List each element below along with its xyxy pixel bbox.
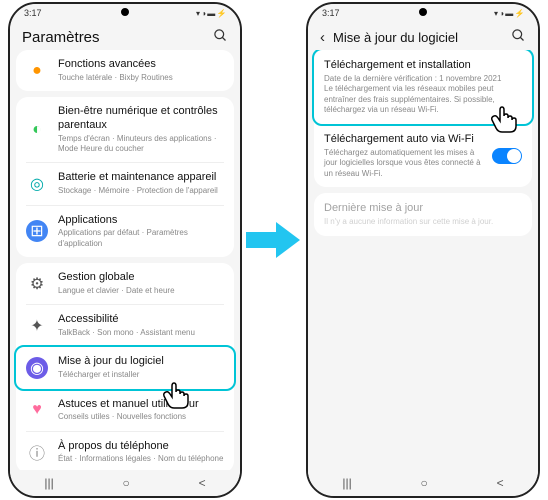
status-time: 3:17 [24, 8, 42, 18]
status-time: 3:17 [322, 8, 340, 18]
search-icon[interactable] [213, 28, 228, 46]
update-header: ‹ Mise à jour du logiciel [308, 22, 538, 50]
apps-icon: ⊞ [26, 220, 48, 242]
nav-home[interactable]: ○ [421, 476, 428, 490]
status-icons: ▾ ◑ ▬ ⚡ [494, 9, 524, 18]
update-content: Téléchargement et installation Date de l… [308, 50, 538, 484]
nav-home[interactable]: ○ [123, 476, 130, 490]
item-fonctions-avancees[interactable]: ● Fonctions avancéesTouche latérale · Bi… [16, 50, 234, 91]
tips-icon: ♥ [26, 399, 48, 421]
settings-list: ● Fonctions avancéesTouche latérale · Bi… [10, 50, 240, 484]
camera-hole [419, 8, 427, 16]
page-title: Paramètres [22, 29, 213, 46]
nav-bar: ||| ○ < [10, 470, 240, 496]
item-astuces[interactable]: ♥ Astuces et manuel utilisateurConseils … [16, 390, 234, 431]
accessibility-icon: ✦ [26, 315, 48, 337]
camera-hole [121, 8, 129, 16]
item-batterie[interactable]: ◎ Batterie et maintenance appareilStocka… [16, 163, 234, 204]
item-accessibilite[interactable]: ✦ AccessibilitéTalkBack · Son mono · Ass… [16, 305, 234, 346]
back-icon[interactable]: ‹ [320, 29, 325, 46]
about-icon: ⓘ [26, 441, 48, 463]
wifi-toggle[interactable] [492, 148, 522, 164]
arrow-icon [246, 220, 300, 260]
nav-recent[interactable]: ||| [44, 476, 53, 490]
item-download-install[interactable]: Téléchargement et installation Date de l… [312, 50, 534, 126]
phone-right: 3:17 ▾ ◑ ▬ ⚡ ‹ Mise à jour du logiciel T… [306, 2, 540, 498]
phone-left: 3:17 ▾ ◑ ▬ ⚡ Paramètres ● Fonctions avan… [8, 2, 242, 498]
nav-recent[interactable]: ||| [342, 476, 351, 490]
item-last-update: Dernière mise à jour Il n'y a aucune inf… [314, 193, 532, 236]
search-icon[interactable] [511, 28, 526, 46]
nav-back[interactable]: < [497, 476, 504, 490]
item-a-propos[interactable]: ⓘ À propos du téléphoneÉtat · Informatio… [16, 432, 234, 473]
item-auto-wifi[interactable]: Téléchargement auto via Wi-Fi Télécharge… [314, 125, 532, 187]
item-gestion-globale[interactable]: ⚙ Gestion globaleLangue et clavier · Dat… [16, 263, 234, 304]
settings-header: Paramètres [10, 22, 240, 50]
nav-back[interactable]: < [199, 476, 206, 490]
general-icon: ⚙ [26, 273, 48, 295]
item-bien-etre[interactable]: ◐ Bien-être numérique et contrôles paren… [16, 97, 234, 162]
page-title: Mise à jour du logiciel [333, 30, 511, 45]
item-mise-a-jour[interactable]: ◉ Mise à jour du logicielTélécharger et … [14, 345, 236, 390]
update-icon: ◉ [26, 357, 48, 379]
nav-bar: ||| ○ < [308, 470, 538, 496]
status-icons: ▾ ◑ ▬ ⚡ [196, 9, 226, 18]
battery-icon: ◎ [26, 173, 48, 195]
wellbeing-icon: ◐ [26, 119, 48, 141]
advanced-icon: ● [26, 60, 48, 82]
item-applications[interactable]: ⊞ ApplicationsApplications par défaut · … [16, 206, 234, 258]
